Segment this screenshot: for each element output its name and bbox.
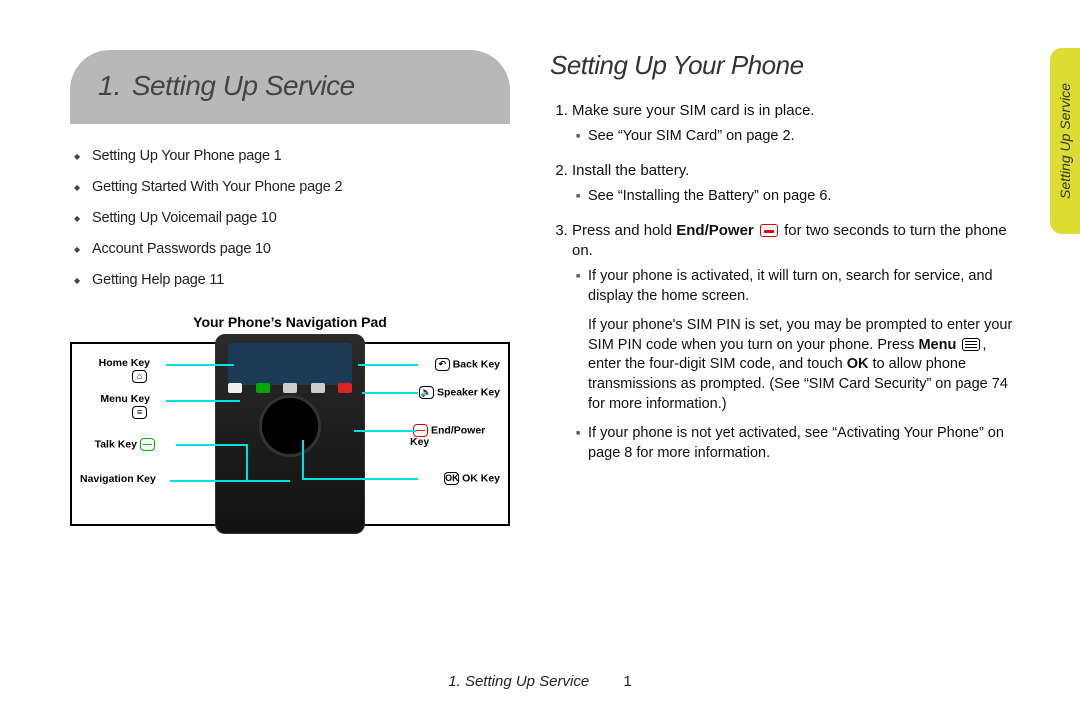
ok-icon: OK <box>444 472 459 485</box>
callout-line <box>176 444 246 446</box>
label-back-key: ↶Back Key <box>432 358 500 371</box>
label-ok-key: OKOK Key <box>441 472 500 485</box>
home-icon: ⌂ <box>132 370 147 383</box>
step-3-sub-c: If your phone is not yet activated, see … <box>576 424 1020 463</box>
toc-item: Getting Started With Your Phone page 2 <box>92 179 510 195</box>
footer-page-number: 1 <box>623 673 631 690</box>
label-nav-key: Navigation Key <box>80 474 156 486</box>
talk-icon: ― <box>140 438 155 451</box>
back-icon: ↶ <box>435 358 450 371</box>
chapter-heading: 1. Setting Up Service <box>70 50 510 124</box>
menu-icon: ≡ <box>132 406 147 419</box>
step-2: Install the battery. See “Installing the… <box>572 161 1020 207</box>
bold-endpower: End/Power <box>676 222 754 239</box>
toc-item: Getting Help page 11 <box>92 272 510 288</box>
label-talk-key: Talk Key― <box>80 438 158 451</box>
callout-line <box>170 480 290 482</box>
side-tab-label: Setting Up Service <box>1057 83 1073 199</box>
step-1-sub: See “Your SIM Card” on page 2. <box>576 127 1020 147</box>
chapter-number: 1. <box>98 70 121 101</box>
right-column: Setting Up Your Phone Make sure your SIM… <box>550 50 1020 680</box>
label-home-key: Home Key⌂ <box>80 358 150 383</box>
home-key-graphic <box>228 383 242 393</box>
speaker-icon: 🔈 <box>419 386 434 399</box>
callout-line <box>354 430 416 432</box>
callout-line <box>362 392 418 394</box>
phone-key-row <box>228 383 352 395</box>
page-footer: 1. Setting Up Service 1 <box>0 673 1080 690</box>
end-key-graphic <box>338 383 352 393</box>
left-column: 1. Setting Up Service Setting Up Your Ph… <box>70 50 510 680</box>
talk-key-graphic <box>256 383 270 393</box>
footer-chapter: 1. Setting Up Service <box>448 673 589 690</box>
label-menu-key: Menu Key≡ <box>80 394 150 419</box>
step-1: Make sure your SIM card is in place. See… <box>572 101 1020 147</box>
chapter-title: Setting Up Service <box>132 70 355 101</box>
callout-line <box>302 478 418 480</box>
steps-list: Make sure your SIM card is in place. See… <box>550 101 1020 463</box>
step-2-sub: See “Installing the Battery” on page 6. <box>576 187 1020 207</box>
callout-line <box>302 440 304 480</box>
toc-list: Setting Up Your Phone page 1 Getting Sta… <box>70 148 510 288</box>
callout-line <box>246 444 248 480</box>
callout-line <box>166 364 234 366</box>
label-speaker-key: 🔈Speaker Key <box>416 386 500 399</box>
callout-line <box>166 400 240 402</box>
bold-ok: OK <box>847 356 869 372</box>
section-title: Setting Up Your Phone <box>550 50 1020 81</box>
bold-menu: Menu <box>918 337 956 353</box>
toc-item: Setting Up Your Phone page 1 <box>92 148 510 164</box>
toc-item: Setting Up Voicemail page 10 <box>92 210 510 226</box>
dpad-graphic <box>259 395 321 457</box>
label-endpower-key: ―End/Power Key <box>410 424 500 449</box>
menu-inline-icon <box>962 338 980 351</box>
navpad-diagram: Home Key⌂ Menu Key≡ Talk Key― Navigation… <box>70 342 510 526</box>
endpower-inline-icon <box>760 224 778 237</box>
navpad-title: Your Phone’s Navigation Pad <box>70 314 510 330</box>
step-3: Press and hold End/Power for two seconds… <box>572 221 1020 464</box>
speaker-key-graphic <box>311 383 325 393</box>
phone-graphic <box>215 334 365 534</box>
manual-page: 1. Setting Up Service Setting Up Your Ph… <box>0 0 1080 720</box>
side-tab: Setting Up Service <box>1050 48 1080 234</box>
step-3-sub-b: If your phone's SIM PIN is set, you may … <box>576 316 1020 414</box>
back-key-graphic <box>283 383 297 393</box>
toc-item: Account Passwords page 10 <box>92 241 510 257</box>
callout-line <box>358 364 418 366</box>
step-3-sub-a: If your phone is activated, it will turn… <box>576 267 1020 306</box>
